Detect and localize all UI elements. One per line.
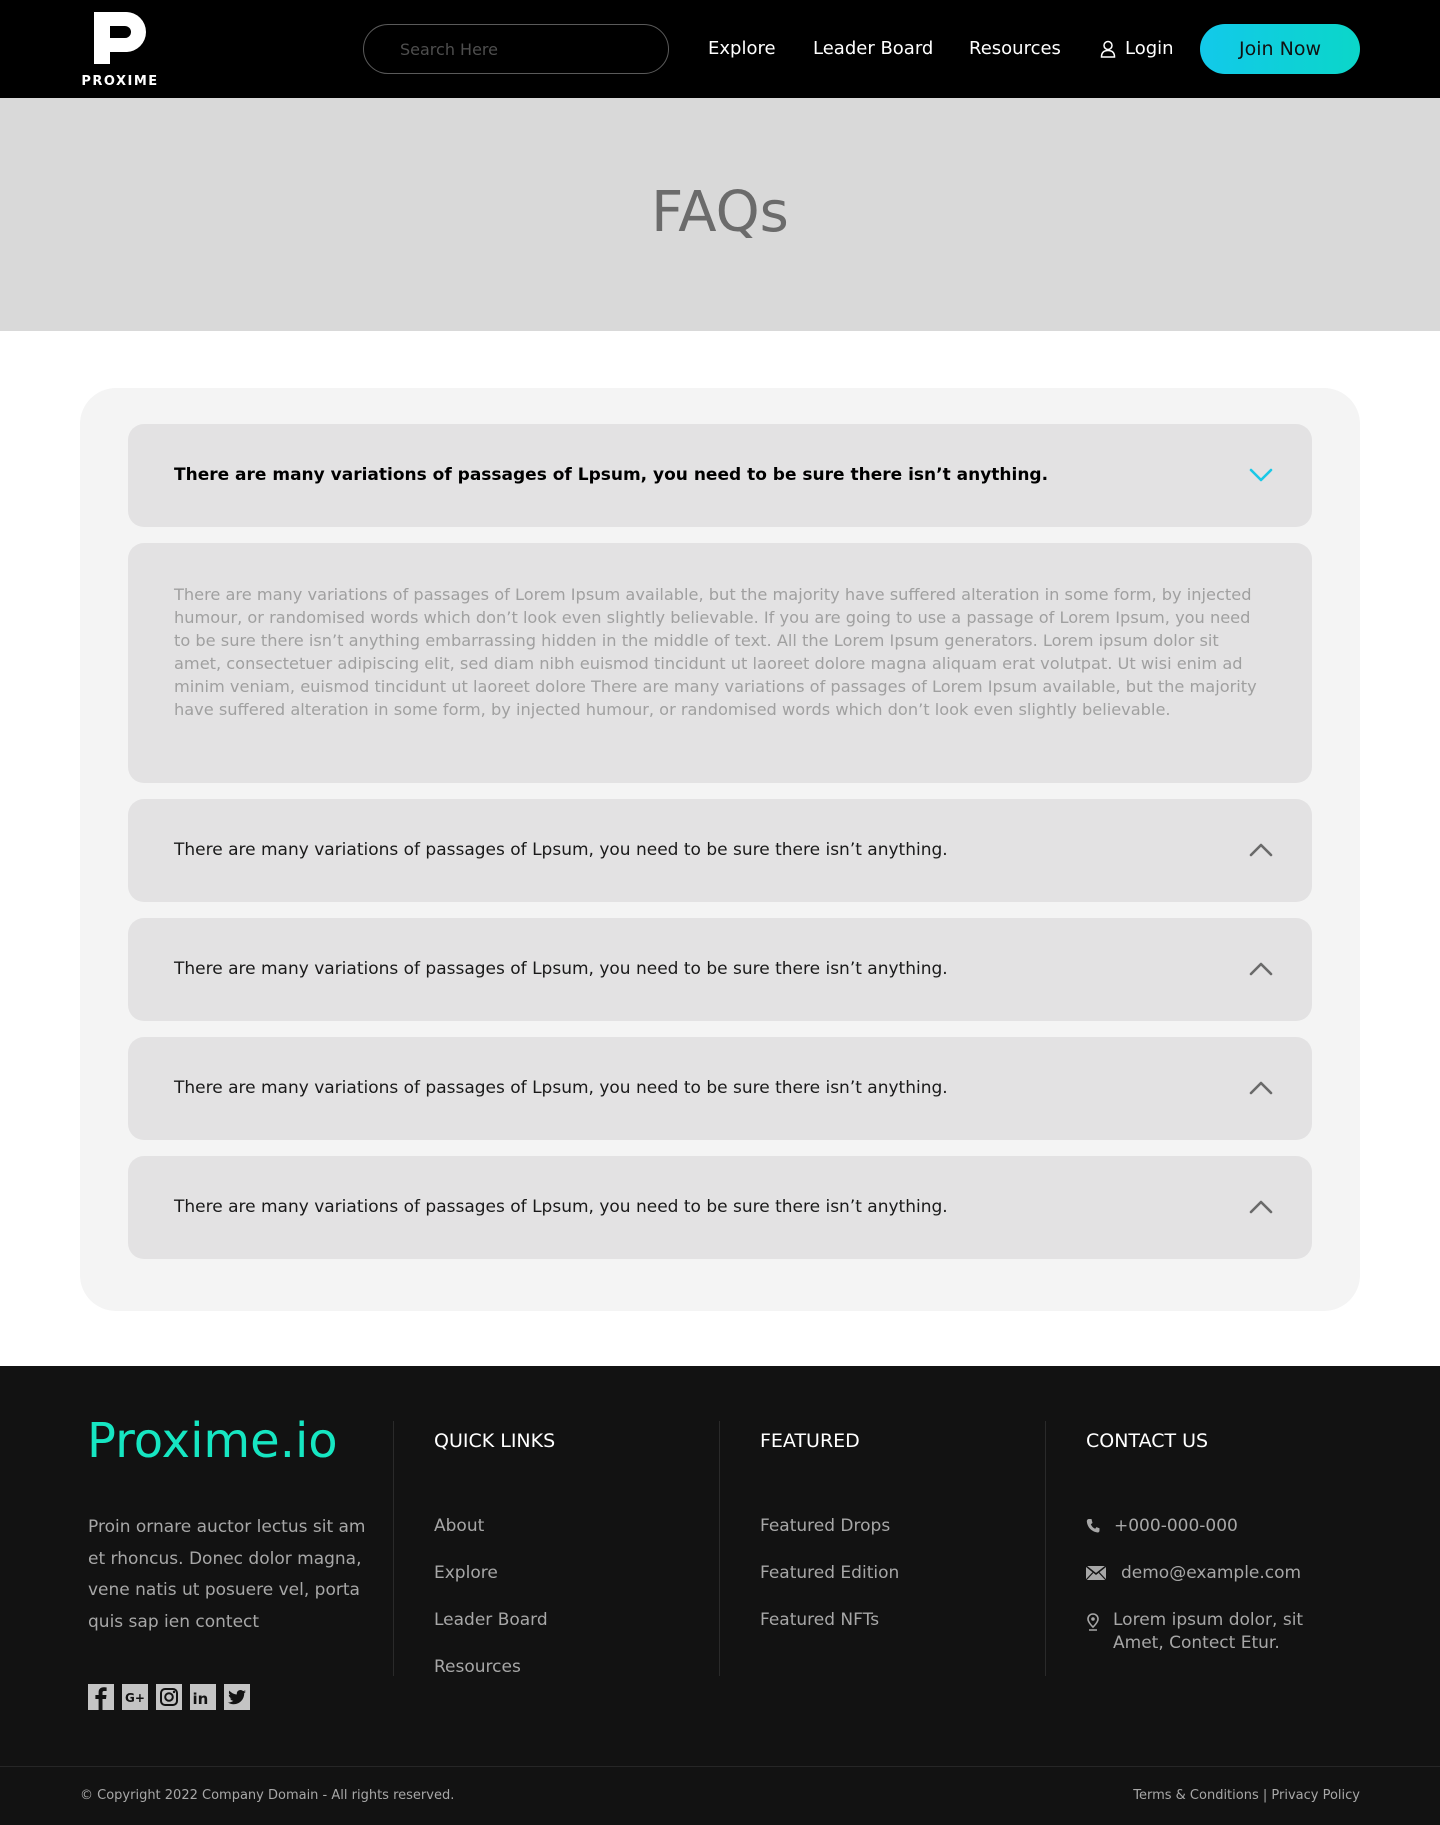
page-title: FAQs (651, 180, 789, 245)
footer-brand: Proxime.io (87, 1413, 338, 1469)
footer-link-leader-board[interactable]: Leader Board (434, 1609, 548, 1631)
mail-icon (1086, 1566, 1106, 1580)
proxime-logo-icon (94, 12, 146, 64)
faq-question: There are many variations of passages of… (174, 840, 948, 860)
footer-link-about[interactable]: About (434, 1515, 484, 1537)
faq-item-1[interactable]: There are many variations of passages of… (128, 424, 1312, 527)
login-label: Login (1125, 38, 1174, 59)
footer-link-featured-drops[interactable]: Featured Drops (760, 1515, 890, 1537)
footer-divider (393, 1421, 394, 1676)
faq-question: There are many variations of passages of… (174, 1078, 948, 1098)
contact-title: CONTACT US (1086, 1430, 1209, 1452)
contact-address-line1: Lorem ipsum dolor, sit (1113, 1610, 1304, 1630)
footer-rule (0, 1766, 1440, 1767)
footer-divider (1045, 1421, 1046, 1676)
featured-title: FEATURED (760, 1430, 860, 1452)
footer-link-featured-edition[interactable]: Featured Edition (760, 1562, 899, 1584)
facebook-icon[interactable] (88, 1684, 114, 1710)
svg-text:G+: G+ (125, 1691, 145, 1705)
faq-item-2[interactable]: There are many variations of passages of… (128, 799, 1312, 902)
faq-answer: There are many variations of passages of… (128, 543, 1312, 783)
chevron-up-icon (1249, 1200, 1273, 1214)
instagram-icon[interactable] (156, 1684, 182, 1710)
chevron-up-icon (1249, 843, 1273, 857)
footer-about: Proin ornare auctor lectus sit am et rho… (88, 1517, 366, 1632)
location-pin-icon (1087, 1613, 1099, 1631)
nav-leader-board[interactable]: Leader Board (813, 38, 933, 60)
faq-question: There are many variations of passages of… (174, 959, 948, 979)
chevron-down-icon (1249, 468, 1273, 482)
site-footer: Proxime.io Proin ornare auctor lectus si… (0, 1366, 1440, 1825)
contact-phone[interactable]: +000-000-000 (1114, 1515, 1238, 1537)
faq-answer-text: There are many variations of passages of… (174, 585, 1257, 720)
logo[interactable]: PROXIME (80, 8, 160, 92)
faq-question: There are many variations of passages of… (174, 465, 1049, 485)
faq-item-4[interactable]: There are many variations of passages of… (128, 1037, 1312, 1140)
legal-separator: | (1258, 1788, 1272, 1803)
faq-panel: There are many variations of passages of… (80, 388, 1360, 1311)
contact-email[interactable]: demo@example.com (1121, 1562, 1301, 1584)
nav-explore[interactable]: Explore (708, 38, 776, 60)
privacy-link[interactable]: Privacy Policy (1271, 1788, 1360, 1803)
nav-resources[interactable]: Resources (969, 38, 1061, 60)
google-plus-icon[interactable]: G+ (122, 1684, 148, 1710)
faq-item-5[interactable]: There are many variations of passages of… (128, 1156, 1312, 1259)
user-icon (1100, 40, 1116, 58)
chevron-up-icon (1249, 1081, 1273, 1095)
footer-link-resources[interactable]: Resources (434, 1656, 521, 1678)
search-input[interactable] (363, 24, 669, 74)
contact-address-line2: Amet, Contect Etur. (1113, 1633, 1280, 1653)
phone-icon (1086, 1519, 1100, 1533)
faq-item-3[interactable]: There are many variations of passages of… (128, 918, 1312, 1021)
quick-links-title: QUICK LINKS (434, 1430, 556, 1452)
footer-divider (719, 1421, 720, 1676)
twitter-icon[interactable] (224, 1684, 250, 1710)
footer-link-featured-nfts[interactable]: Featured NFTs (760, 1609, 879, 1631)
terms-link[interactable]: Terms & Conditions (1133, 1788, 1259, 1803)
faq-question: There are many variations of passages of… (174, 1197, 948, 1217)
site-header: PROXIME Explore Leader Board Resources L… (0, 0, 1440, 98)
footer-link-explore[interactable]: Explore (434, 1562, 498, 1584)
join-now-button[interactable]: Join Now (1200, 24, 1360, 74)
copyright-text: © Copyright 2022 Company Domain - All ri… (80, 1788, 455, 1803)
page-banner: FAQs (0, 98, 1440, 331)
svg-text:in: in (193, 1690, 209, 1708)
linkedin-icon[interactable]: in (190, 1684, 216, 1710)
logo-text: PROXIME (81, 74, 159, 89)
chevron-up-icon (1249, 962, 1273, 976)
legal-links: Terms & Conditions | Privacy Policy (1133, 1787, 1360, 1805)
